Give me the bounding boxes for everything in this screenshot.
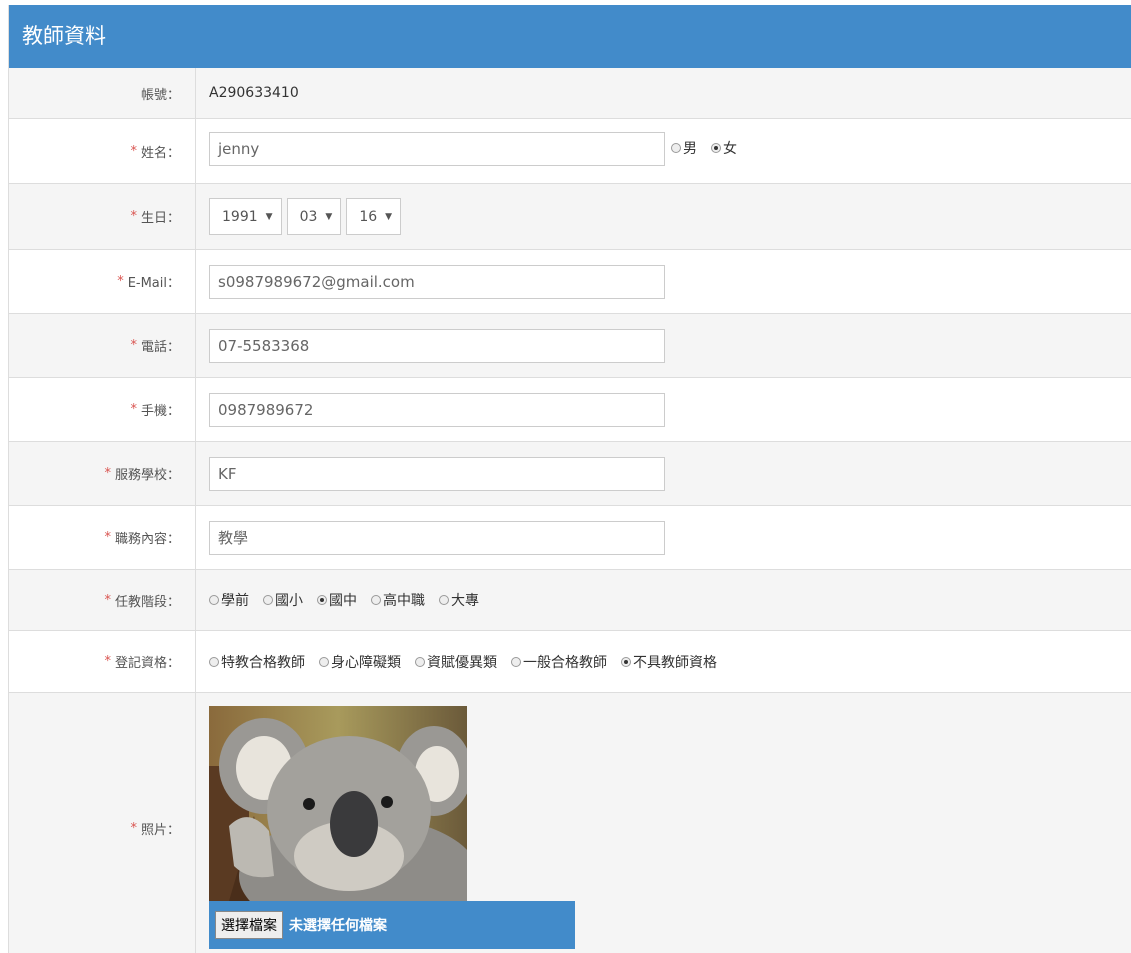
birth-month-select[interactable]: 03 ▼ <box>286 198 342 235</box>
name-label: * 姓名： <box>9 119 196 183</box>
stage-radio-senior-high[interactable]: 高中職 <box>371 590 425 610</box>
stage-radio-elementary[interactable]: 國小 <box>263 590 303 610</box>
chevron-down-icon: ▼ <box>385 211 393 222</box>
mobile-input[interactable]: 0987989672 <box>209 392 665 427</box>
radio-dot[interactable] <box>209 595 219 605</box>
chevron-down-icon: ▼ <box>325 211 333 222</box>
chevron-down-icon: ▼ <box>265 211 273 222</box>
photo-label: * 照片： <box>9 693 196 953</box>
school-input[interactable]: KF <box>209 456 665 491</box>
birthday-label: * 生日： <box>9 184 196 249</box>
account-value: A290633410 <box>209 85 299 101</box>
photo-row: * 照片： 選擇檔案 未選擇任何檔案 <box>9 693 1131 953</box>
account-row: 帳號： A290633410 <box>9 68 1131 119</box>
radio-dot[interactable] <box>209 656 219 667</box>
phone-input[interactable]: 07-5583368 <box>209 328 665 363</box>
gender-radio-male[interactable]: 男 <box>671 138 697 158</box>
email-label: * E-Mail： <box>9 250 196 313</box>
birth-day-select[interactable]: 16 ▼ <box>346 198 402 235</box>
gender-radio-female[interactable]: 女 <box>711 138 737 158</box>
radio-dot[interactable] <box>319 656 329 667</box>
account-label: 帳號： <box>9 68 196 118</box>
radio-dot[interactable] <box>415 656 425 667</box>
name-row: * 姓名： jenny 男 女 <box>9 119 1131 184</box>
email-input[interactable]: s0987989672@gmail.com <box>209 264 665 299</box>
qualification-label: * 登記資格： <box>9 631 196 692</box>
birth-year-select[interactable]: 1991 ▼ <box>209 198 282 235</box>
qualification-row: * 登記資格： 特教合格教師 身心障礙類 資賦優異類 一般合格教師 不具教師資格 <box>9 631 1131 693</box>
file-upload-bar: 選擇檔案 未選擇任何檔案 <box>209 901 575 949</box>
birthday-row: * 生日： 1991 ▼ 03 ▼ 16 ▼ <box>9 184 1131 250</box>
no-file-text: 未選擇任何檔案 <box>289 918 387 934</box>
radio-dot[interactable] <box>317 595 327 605</box>
radio-dot[interactable] <box>621 656 631 667</box>
duty-input[interactable]: 教學 <box>209 520 665 555</box>
stage-radio-college[interactable]: 大專 <box>439 590 479 610</box>
stage-radio-junior-high[interactable]: 國中 <box>317 590 357 610</box>
school-label: * 服務學校： <box>9 442 196 505</box>
panel-title: 教師資料 <box>9 5 1131 68</box>
radio-dot[interactable] <box>371 595 381 605</box>
radio-dot[interactable] <box>671 143 681 153</box>
duty-row: * 職務內容： 教學 <box>9 506 1131 570</box>
radio-dot[interactable] <box>263 595 273 605</box>
stage-label: * 任教階段： <box>9 570 196 630</box>
teacher-info-panel: 教師資料 帳號： A290633410 * 姓名： jenny 男 女 * 生日： … <box>8 5 1131 953</box>
mobile-label: * 手機： <box>9 378 196 441</box>
mobile-row: * 手機： 0987989672 <box>9 378 1131 442</box>
email-row: * E-Mail： s0987989672@gmail.com <box>9 250 1131 314</box>
koala-photo <box>209 706 467 901</box>
radio-dot[interactable] <box>711 143 721 153</box>
required-mark: * <box>130 143 137 159</box>
qual-radio-special-ed[interactable]: 特教合格教師 <box>209 652 305 672</box>
phone-label: * 電話： <box>9 314 196 377</box>
radio-dot[interactable] <box>511 656 521 667</box>
qual-radio-none[interactable]: 不具教師資格 <box>621 652 717 672</box>
qual-radio-gifted[interactable]: 資賦優異類 <box>415 652 497 672</box>
name-input[interactable]: jenny <box>209 132 665 166</box>
phone-row: * 電話： 07-5583368 <box>9 314 1131 378</box>
qual-radio-disability[interactable]: 身心障礙類 <box>319 652 401 672</box>
stage-radio-preschool[interactable]: 學前 <box>209 590 249 610</box>
choose-file-button[interactable]: 選擇檔案 <box>215 911 283 939</box>
school-row: * 服務學校： KF <box>9 442 1131 506</box>
qual-radio-general[interactable]: 一般合格教師 <box>511 652 607 672</box>
radio-dot[interactable] <box>439 595 449 605</box>
stage-row: * 任教階段： 學前 國小 國中 高中職 大專 <box>9 570 1131 631</box>
duty-label: * 職務內容： <box>9 506 196 569</box>
